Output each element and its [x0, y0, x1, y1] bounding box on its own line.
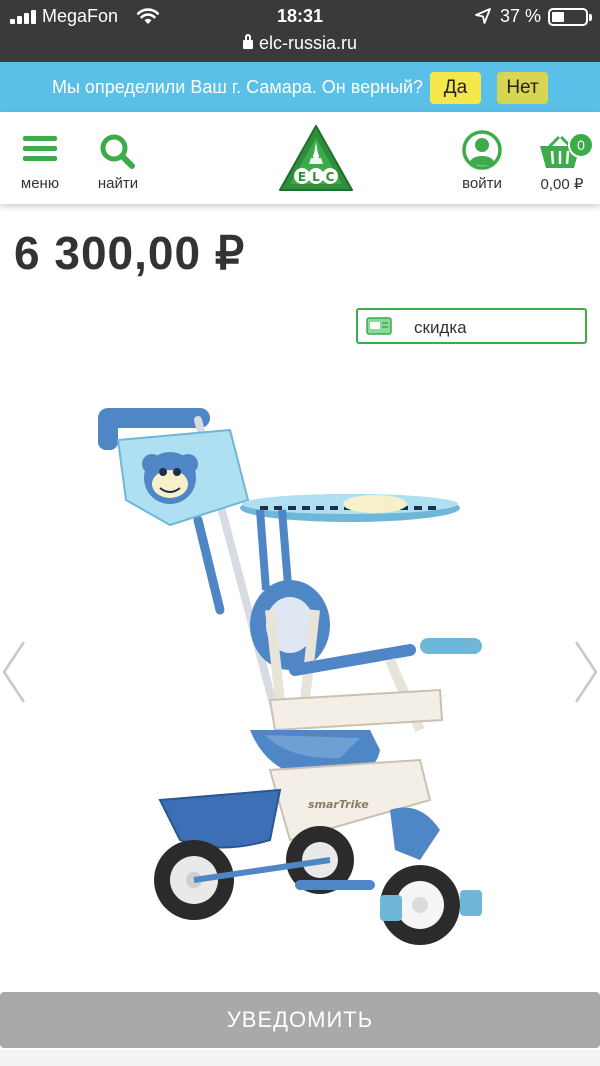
discount-card-icon [366, 317, 392, 335]
battery-icon [548, 8, 592, 26]
site-header: меню найти E L C войти 0 0,00 ₽ [0, 112, 600, 204]
city-confirm-banner: Мы определили Ваш г. Самара. Он верный? … [0, 62, 600, 112]
url-text: elc-russia.ru [258, 33, 358, 53]
location-arrow-icon [475, 8, 491, 24]
svg-text:L: L [312, 170, 320, 184]
discount-button[interactable]: скидка [356, 308, 587, 344]
hamburger-menu-icon [23, 136, 57, 162]
brand-print: smarTrike [308, 798, 369, 811]
menu-label: меню [20, 175, 60, 192]
elc-logo[interactable]: E L C [278, 124, 354, 194]
svg-text:C: C [326, 170, 335, 184]
chevron-left-icon[interactable] [0, 640, 28, 704]
lock-icon [242, 34, 253, 49]
battery-percent: 37 % [500, 6, 542, 26]
cart-total: 0,00 ₽ [540, 176, 584, 193]
chevron-right-icon[interactable] [572, 640, 600, 704]
search-button[interactable]: найти [86, 112, 150, 204]
cart-button[interactable]: 0 0,00 ₽ [530, 112, 594, 204]
discount-label: скидка [414, 318, 467, 337]
search-label: найти [97, 175, 139, 192]
product-image[interactable]: smarTrike [90, 400, 510, 960]
status-bar: MegaFon 18:31 37 % elc-russia.ru [0, 0, 600, 62]
cart-count-badge: 0 [568, 132, 594, 158]
login-button[interactable]: войти [450, 112, 514, 204]
city-yes-button[interactable]: Да [430, 72, 481, 104]
city-no-button[interactable]: Нет [497, 72, 548, 104]
user-icon [462, 130, 502, 170]
bottom-strip [0, 1050, 600, 1066]
address-bar[interactable]: elc-russia.ru [0, 33, 600, 54]
menu-button[interactable]: меню [10, 112, 70, 204]
svg-text:E: E [298, 170, 306, 184]
login-label: войти [462, 175, 502, 192]
notify-button[interactable]: УВЕДОМИТЬ [0, 992, 600, 1048]
search-icon [100, 134, 135, 169]
city-question: Мы определили Ваш г. Самара. Он верный? [52, 77, 424, 97]
product-price: 6 300,00 ₽ [14, 227, 246, 279]
